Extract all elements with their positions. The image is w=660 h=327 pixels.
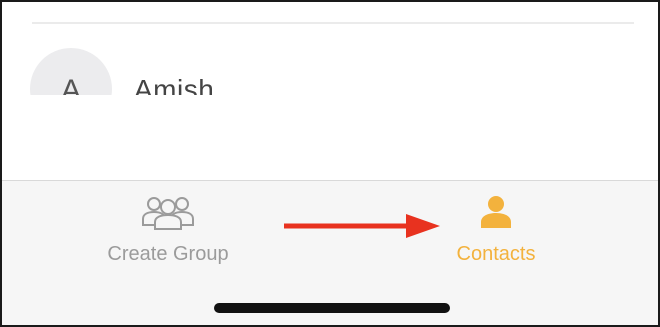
arrow-annotation (284, 214, 440, 238)
tab-contacts-label: Contacts (456, 243, 536, 265)
avatar-clip: A (30, 48, 114, 95)
contact-name: Amish (134, 74, 215, 95)
contact-name-clip: Amish (134, 70, 334, 95)
group-icon (140, 195, 196, 236)
tab-create-group-label: Create Group (107, 243, 229, 265)
screen: A Amish Create Group Contacts (0, 0, 660, 327)
home-indicator[interactable] (214, 303, 450, 313)
tab-create-group[interactable]: Create Group (92, 181, 244, 281)
contact-list-item[interactable]: A Amish (2, 2, 658, 178)
avatar-initial: A (60, 74, 81, 95)
tab-contacts[interactable]: Contacts (438, 181, 554, 281)
avatar: A (30, 48, 112, 95)
person-icon (480, 195, 512, 234)
tab-bar: Create Group Contacts (2, 180, 658, 325)
